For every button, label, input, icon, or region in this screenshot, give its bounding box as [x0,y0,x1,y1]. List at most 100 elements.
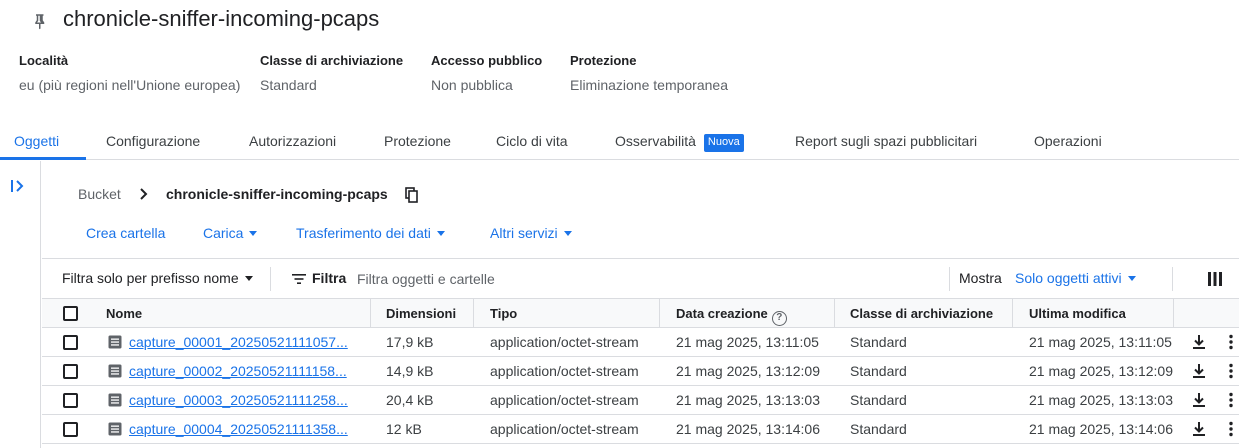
copy-icon[interactable] [404,187,420,203]
column-header-name[interactable]: Nome [106,299,142,328]
help-icon[interactable]: ? [771,311,787,326]
property-value: Non pubblica [431,77,513,93]
other-services-label: Altri servizi [490,225,558,241]
tab-objects[interactable]: Oggetti [14,120,59,160]
upload-button[interactable]: Carica [203,222,258,246]
filter-bar: Filtra solo per prefisso nome Filtra Mos… [42,258,1239,299]
more-vert-icon[interactable] [1227,334,1235,350]
property-location: Località eu (più regioni nell'Unione eur… [19,52,240,94]
tab-label: Osservabilità [615,133,696,149]
table-row[interactable]: capture_00003_20250521111258... 20,4 kB … [42,386,1239,415]
divider [270,267,271,291]
property-label: Località [19,53,69,68]
tab-lifecycle[interactable]: Ciclo di vita [496,120,568,160]
more-vert-icon[interactable] [1227,363,1235,379]
upload-label: Carica [203,225,244,241]
divider [1172,267,1173,291]
active-tab-indicator [0,157,86,160]
caret-down-icon [1127,276,1136,281]
filter-label: Filtra [312,270,347,286]
object-storage-class: Standard [850,421,907,437]
new-badge: Nuova [703,134,744,152]
other-services-button[interactable]: Altri servizi [490,222,572,246]
prefix-filter-dropdown[interactable]: Filtra solo per prefisso nome [62,259,253,298]
row-checkbox[interactable] [63,335,78,350]
property-label: Classe di archiviazione [260,53,404,68]
column-divider [370,299,371,328]
created-header-label: Data creazione [676,306,768,321]
column-header-modified[interactable]: Ultima modifica [1029,299,1126,328]
property-storage-class: Classe di archiviazione Standard [260,52,403,94]
table-header: Nome Dimensioni Tipo Data creazione? Cla… [42,299,1239,328]
tab-permissions[interactable]: Autorizzazioni [249,120,336,160]
breadcrumb-root[interactable]: Bucket [78,184,121,204]
object-name-link[interactable]: capture_00003_20250521111258... [129,386,354,414]
tab-inventory-reports[interactable]: Report sugli spazi pubblicitari [795,120,977,160]
object-modified: 21 mag 2025, 13:14:06 [1029,421,1174,437]
property-value: Standard [260,77,317,93]
caret-down-icon [563,231,572,236]
caret-down-icon [244,276,253,281]
filter-input[interactable] [357,267,937,291]
caret-down-icon [436,231,445,236]
object-created: 21 mag 2025, 13:11:05 [676,334,819,350]
column-header-created[interactable]: Data creazione? [676,299,787,328]
object-size: 14,9 kB [386,363,434,379]
transfer-button[interactable]: Trasferimento dei dati [296,222,445,246]
expand-panel-icon[interactable] [10,178,26,194]
table-row[interactable]: capture_00004_20250521111358... 12 kB ap… [42,415,1239,444]
column-divider [1012,299,1013,328]
column-display-icon[interactable] [1208,272,1222,286]
tab-operations[interactable]: Operazioni [1034,120,1102,160]
tab-configuration[interactable]: Configurazione [106,120,200,160]
column-header-size[interactable]: Dimensioni [386,299,456,328]
table-row[interactable]: capture_00002_20250521111158... 14,9 kB … [42,357,1239,386]
object-name-link[interactable]: capture_00002_20250521111158... [129,357,354,385]
pin-icon[interactable] [30,11,48,31]
bucket-title: chronicle-sniffer-incoming-pcaps [63,6,380,31]
property-label: Protezione [570,53,637,68]
download-icon[interactable] [1191,334,1207,350]
page-header: chronicle-sniffer-incoming-pcaps [0,0,1239,40]
tab-observability[interactable]: Osservabilità Nuova [615,120,744,160]
object-type: application/octet-stream [490,363,639,379]
create-folder-button[interactable]: Crea cartella [86,222,165,246]
object-storage-class: Standard [850,363,907,379]
filter-icon [292,274,306,284]
object-size: 20,4 kB [386,392,434,408]
object-name-link[interactable]: capture_00004_20250521111358... [129,415,354,443]
object-name-link[interactable]: capture_00001_20250521111057... [129,328,354,356]
column-header-storage-class[interactable]: Classe di archiviazione [850,299,993,328]
download-icon[interactable] [1191,392,1207,408]
download-icon[interactable] [1191,363,1207,379]
column-divider [473,299,474,328]
property-protection: Protezione Eliminazione temporanea [570,52,728,94]
download-icon[interactable] [1191,421,1207,437]
property-label: Accesso pubblico [431,53,543,68]
caret-down-icon [249,231,258,236]
tab-label: Oggetti [14,133,60,149]
select-all-checkbox[interactable] [63,306,78,321]
show-label: Mostra [959,270,1002,286]
file-icon [108,393,122,407]
prefix-filter-label: Filtra solo per prefisso nome [62,270,239,286]
more-vert-icon[interactable] [1227,392,1235,408]
tab-bar: Oggetti Configurazione Autorizzazioni Pr… [0,120,1239,160]
row-checkbox[interactable] [63,393,78,408]
tab-protection[interactable]: Protezione [384,120,451,160]
object-created: 21 mag 2025, 13:12:09 [676,363,821,379]
show-filter-dropdown[interactable]: Solo oggetti attivi [1015,259,1136,298]
transfer-label: Trasferimento dei dati [296,225,431,241]
column-header-type[interactable]: Tipo [490,299,517,328]
property-value: eu (più regioni nell'Unione europea) [19,77,241,93]
table-row[interactable]: capture_00001_20250521111057... 17,9 kB … [42,328,1239,357]
row-checkbox[interactable] [63,364,78,379]
object-size: 12 kB [386,421,422,437]
breadcrumb-current: chronicle-sniffer-incoming-pcaps [166,186,388,202]
object-created: 21 mag 2025, 13:14:06 [676,421,821,437]
column-divider [1173,299,1174,328]
object-storage-class: Standard [850,392,907,408]
row-checkbox[interactable] [63,422,78,437]
property-value: Eliminazione temporanea [570,77,728,93]
more-vert-icon[interactable] [1227,421,1235,437]
